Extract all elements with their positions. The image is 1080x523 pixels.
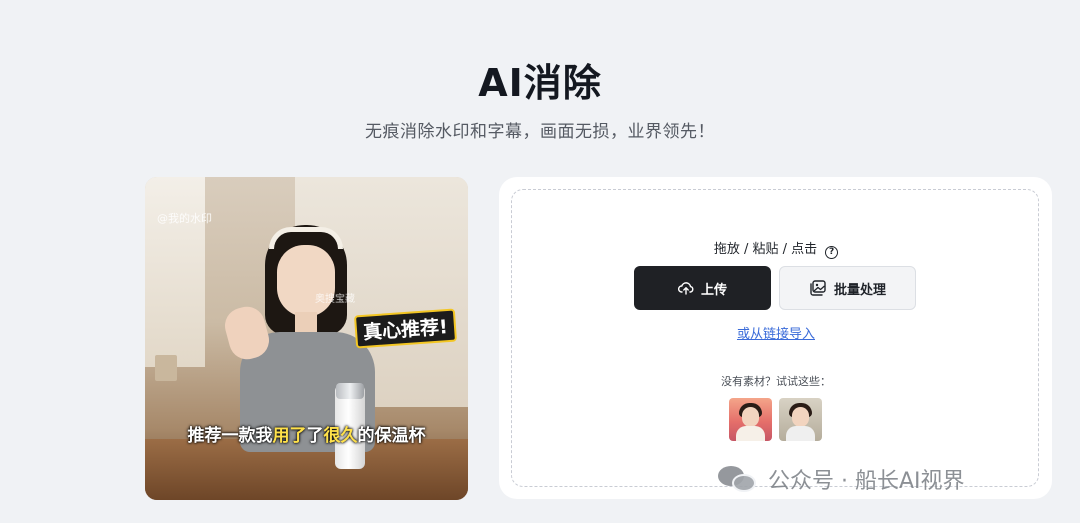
caption-part: 了 — [306, 426, 324, 446]
upload-hint: 拖放 / 粘贴 / 点击? — [512, 238, 1040, 259]
wechat-watermark: 公众号 · 船长AI视界 — [718, 462, 965, 496]
sample-body — [786, 426, 815, 441]
thermos-cap — [336, 383, 364, 399]
sample-body — [736, 426, 765, 441]
cloud-upload-icon — [677, 282, 694, 295]
plant-pot — [155, 355, 177, 381]
page-subtitle: 无痕消除水印和字幕，画面无损，业界领先！ — [365, 122, 715, 142]
watermark-text: @我的水印 — [157, 212, 212, 225]
background-window — [145, 177, 205, 367]
sample-face — [742, 407, 759, 427]
recommend-sticker: 真心推荐! — [353, 308, 457, 349]
sample-face — [792, 407, 809, 427]
batch-process-label: 批量处理 — [833, 282, 886, 298]
caption-highlight: 用了 — [272, 426, 307, 446]
upload-dropzone[interactable]: 拖放 / 粘贴 / 点击? 上传 批量处理 或从链接导入 没有素材？试试这些： — [511, 189, 1039, 487]
sample-image-2[interactable] — [779, 398, 822, 441]
upload-button[interactable]: 上传 — [634, 266, 771, 310]
headband — [269, 227, 343, 249]
samples-label: 没有素材？试试这些： — [721, 375, 831, 388]
sample-image-1[interactable] — [729, 398, 772, 441]
page: AI消除 无痕消除水印和字幕，画面无损，业界领先！ @我的水印 奥搜宝藏 真心推… — [0, 0, 1080, 523]
caption-part: 的保温杯 — [357, 426, 426, 446]
wechat-bubble-small — [732, 474, 756, 492]
image-stack-icon — [810, 280, 826, 296]
example-preview-image: @我的水印 奥搜宝藏 真心推荐! 推荐一款我用了了很久的保温杯 — [145, 177, 468, 500]
caption-part: 推荐一款我 — [187, 426, 273, 446]
import-from-link[interactable]: 或从链接导入 — [512, 323, 1040, 342]
video-caption: 推荐一款我用了了很久的保温杯 — [145, 421, 468, 446]
upload-button-label: 上传 — [700, 282, 727, 298]
batch-process-button[interactable]: 批量处理 — [779, 266, 916, 310]
watermark-text-secondary: 奥搜宝藏 — [315, 294, 355, 305]
caption-highlight: 很久 — [323, 426, 358, 446]
wechat-account-name: 公众号 · 船长AI视界 — [768, 469, 965, 494]
page-title: AI消除 — [478, 61, 602, 105]
help-circle-icon[interactable]: ? — [825, 246, 839, 259]
upload-card: 拖放 / 粘贴 / 点击? 上传 批量处理 或从链接导入 没有素材？试试这些： — [499, 177, 1052, 499]
upload-hint-text: 拖放 / 粘贴 / 点击 — [713, 242, 818, 257]
person-face — [277, 245, 335, 317]
wechat-icon — [718, 464, 758, 494]
